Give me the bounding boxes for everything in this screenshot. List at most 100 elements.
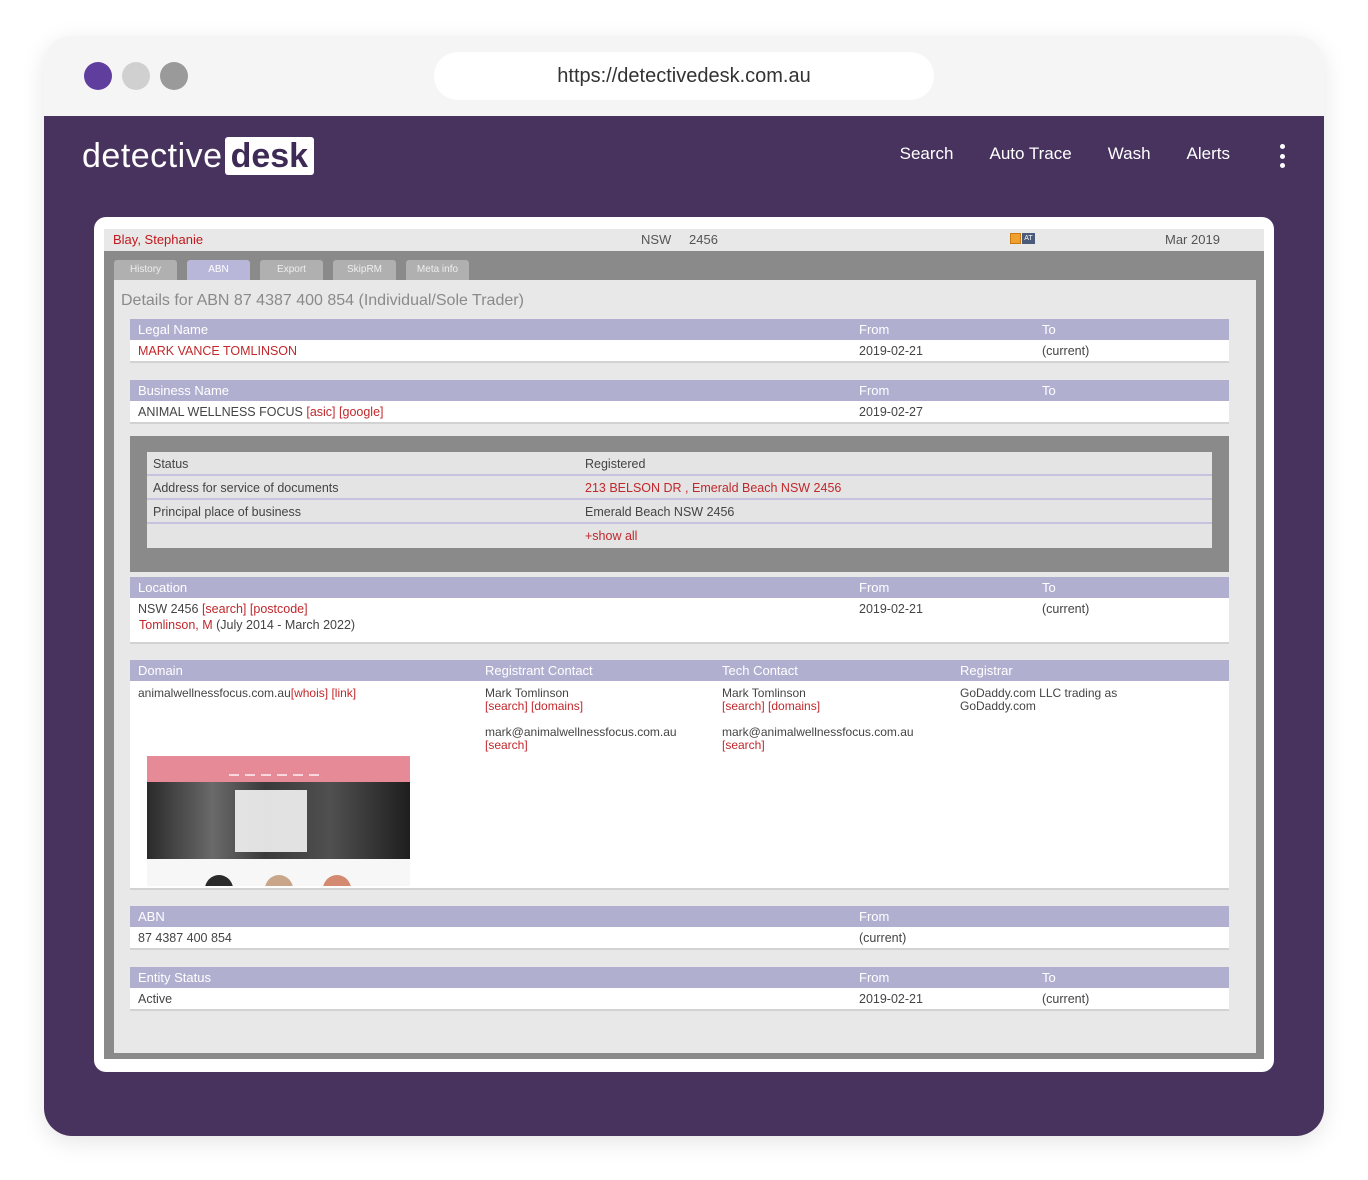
location-search-link[interactable]: [search] — [202, 602, 246, 616]
thumb-hero-box — [235, 790, 307, 852]
table-row: NSW 2456 [search] [postcode] 2019-02-21 … — [130, 598, 1229, 619]
registrant-links[interactable]: [search] [domains] — [485, 700, 677, 713]
location-person-link[interactable]: Tomlinson, M — [139, 618, 213, 632]
window-maximize-dot[interactable] — [160, 62, 188, 90]
tab-export[interactable]: Export — [260, 260, 323, 280]
whois-link[interactable]: [whois] — [291, 686, 328, 700]
detail-key: Status — [153, 457, 189, 471]
header-to: To — [1042, 970, 1056, 985]
record-state: NSW — [641, 232, 672, 247]
record-postcode: 2456 — [689, 232, 718, 247]
website-screenshot[interactable] — [147, 756, 410, 886]
window-close-dot[interactable] — [84, 62, 112, 90]
location-from: 2019-02-21 — [859, 602, 923, 616]
business-details-table: Status Registered Address for service of… — [147, 452, 1212, 548]
window-minimize-dot[interactable] — [122, 62, 150, 90]
detail-value: Emerald Beach NSW 2456 — [585, 505, 735, 519]
table-row: +show all — [147, 524, 1212, 548]
abn-section: ABN From 87 4387 400 854 (current) — [130, 906, 1229, 950]
registrar-cell: GoDaddy.com LLC trading as GoDaddy.com — [960, 687, 1117, 713]
legal-name-section: Legal Name From To MARK VANCE TOMLINSON … — [130, 319, 1229, 363]
domain-cell: animalwellnessfocus.com.au[whois] [link] — [138, 687, 356, 700]
legal-name-to: (current) — [1042, 344, 1090, 358]
url-bar[interactable]: https://detectivedesk.com.au — [434, 52, 934, 100]
logo[interactable]: detective desk — [82, 136, 315, 176]
section-header: ABN From — [130, 906, 1229, 927]
header-to: To — [1042, 383, 1056, 398]
header-registrar: Registrar — [960, 663, 1013, 678]
record-icons: AT — [1010, 233, 1035, 244]
record-header: Blay, Stephanie NSW 2456 AT Mar 2019 — [104, 229, 1264, 251]
table-row: Address for service of documents 213 BEL… — [147, 476, 1212, 500]
entity-status-to: (current) — [1042, 992, 1090, 1006]
show-all-link[interactable]: +show all — [585, 529, 637, 543]
header-from: From — [859, 580, 890, 595]
table-row: Principal place of business Emerald Beac… — [147, 500, 1212, 524]
postcode-link[interactable]: [postcode] — [250, 602, 308, 616]
header-from: From — [859, 970, 890, 985]
section-header: Business Name From To — [130, 380, 1229, 401]
section-header: Entity Status From To — [130, 967, 1229, 988]
thumb-hero-image — [147, 782, 410, 859]
header-from: From — [859, 322, 890, 337]
more-menu-icon[interactable] — [1278, 144, 1286, 168]
details-title: Details for ABN 87 4387 400 854 (Individ… — [121, 292, 524, 309]
main-nav: Search Auto Trace Wash Alerts — [900, 144, 1230, 164]
business-name-value: ANIMAL WELLNESS FOCUS — [138, 405, 303, 419]
tech-links[interactable]: [search] [domains] — [722, 700, 914, 713]
header-entity-status: Entity Status — [138, 970, 211, 985]
abn-value: 87 4387 400 854 — [138, 931, 232, 945]
legal-name-from: 2019-02-21 — [859, 344, 923, 358]
domain-link[interactable]: [link] — [331, 686, 356, 700]
business-name-from: 2019-02-27 — [859, 405, 923, 419]
business-name-details: Status Registered Address for service of… — [130, 436, 1229, 572]
autotrace-icon[interactable]: AT — [1022, 233, 1035, 244]
detail-value: Registered — [585, 457, 646, 471]
header-to: To — [1042, 580, 1056, 595]
header-business-name: Business Name — [138, 383, 230, 398]
nav-wash[interactable]: Wash — [1108, 144, 1151, 164]
business-name-section: Business Name From To ANIMAL WELLNESS FO… — [130, 380, 1229, 424]
domain-value: animalwellnessfocus.com.au — [138, 686, 291, 700]
detail-key: Principal place of business — [153, 505, 301, 519]
tab-history[interactable]: History — [114, 260, 177, 280]
nav-alerts[interactable]: Alerts — [1187, 144, 1230, 164]
location-value: NSW 2456 — [138, 602, 199, 616]
header-tech: Tech Contact — [722, 663, 798, 678]
tab-meta-info[interactable]: Meta info — [406, 260, 469, 280]
location-person-range: (July 2014 - March 2022) — [216, 618, 356, 632]
table-row: 87 4387 400 854 (current) — [130, 927, 1229, 948]
logo-text-detective: detective — [82, 136, 223, 175]
detail-key: Address for service of documents — [153, 481, 339, 495]
table-row: Status Registered — [147, 452, 1212, 476]
record-date: Mar 2019 — [1165, 232, 1220, 247]
browser-window: https://detectivedesk.com.au detective d… — [44, 36, 1324, 1136]
domain-section: Domain Registrant Contact Tech Contact R… — [130, 660, 1229, 890]
header-abn: ABN — [138, 909, 165, 924]
calendar-icon[interactable] — [1010, 233, 1021, 244]
tab-abn[interactable]: ABN — [187, 260, 250, 280]
header-registrant: Registrant Contact — [485, 663, 593, 678]
address-link[interactable]: 213 BELSON DR , Emerald Beach NSW 2456 — [585, 481, 841, 495]
legal-name-value[interactable]: MARK VANCE TOMLINSON — [138, 344, 297, 358]
nav-auto-trace[interactable]: Auto Trace — [989, 144, 1071, 164]
nav-search[interactable]: Search — [900, 144, 954, 164]
app-area: detective desk Search Auto Trace Wash Al… — [44, 116, 1324, 1136]
section-header: Location From To — [130, 577, 1229, 598]
table-row: ANIMAL WELLNESS FOCUS [asic] [google] 20… — [130, 401, 1229, 422]
abn-from: (current) — [859, 931, 907, 945]
tech-cell: Mark Tomlinson [search] [domains] mark@a… — [722, 687, 914, 752]
record-name[interactable]: Blay, Stephanie — [113, 232, 203, 247]
registrant-cell: Mark Tomlinson [search] [domains] mark@a… — [485, 687, 677, 752]
header-to: To — [1042, 322, 1056, 337]
registrant-email-search[interactable]: [search] — [485, 739, 677, 752]
location-section: Location From To NSW 2456 [search] [post… — [130, 577, 1229, 644]
asic-link[interactable]: [asic] — [306, 405, 335, 419]
header-legal-name: Legal Name — [138, 322, 209, 337]
header-from: From — [859, 383, 890, 398]
google-link[interactable]: [google] — [339, 405, 383, 419]
tech-email-search[interactable]: [search] — [722, 739, 914, 752]
tab-skiprm[interactable]: SkipRM — [333, 260, 396, 280]
thumb-nav-bar — [147, 756, 410, 782]
entity-status-from: 2019-02-21 — [859, 992, 923, 1006]
